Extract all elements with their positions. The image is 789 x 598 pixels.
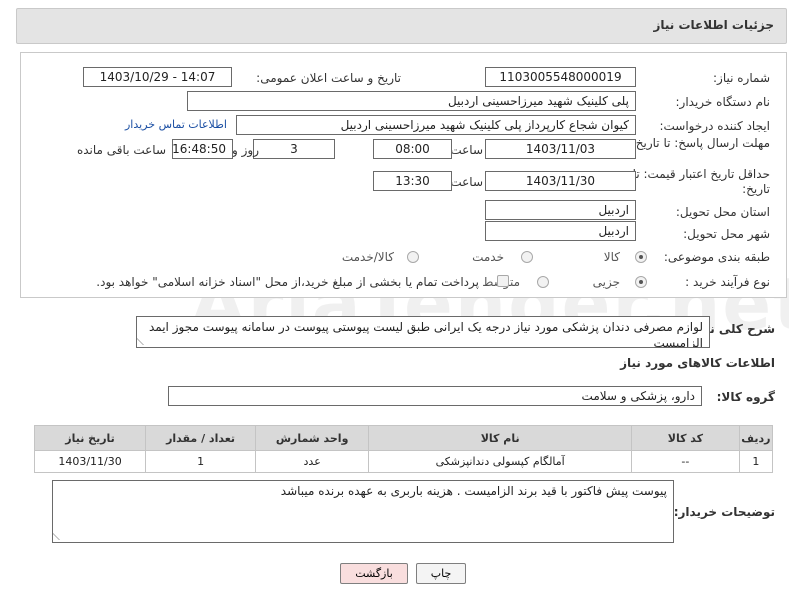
buyer-org-label: نام دستگاه خریدار: — [675, 95, 771, 109]
print-button[interactable]: چاپ — [416, 563, 466, 584]
city-label: شهر محل تحویل: — [683, 227, 770, 241]
need-number-label: شماره نیاز: — [713, 71, 770, 85]
col-unit: واحد شمارش — [255, 425, 370, 451]
reply-time-field[interactable]: 08:00 — [373, 139, 452, 159]
cell-qty: 1 — [145, 450, 257, 473]
page-header: جزئیات اطلاعات نیاز — [16, 8, 787, 44]
reply-time-label: ساعت — [450, 143, 483, 157]
reply-date-field[interactable]: 1403/11/03 — [485, 139, 636, 159]
process-minor-label: جزیی — [592, 275, 620, 289]
resize-grip-icon[interactable] — [53, 532, 67, 540]
table-row[interactable]: 1 -- آمالگام کپسولی دندانپزشکی عدد 1 140… — [33, 450, 774, 473]
category-goods-radio[interactable] — [635, 251, 647, 263]
buyer-org-field[interactable]: پلی کلینیک شهید میرزاحسینی اردبیل — [187, 91, 636, 111]
validity-time-label: ساعت — [450, 175, 483, 189]
col-date: تاریخ نیاز — [33, 425, 147, 451]
col-name: نام کالا — [368, 425, 633, 451]
goods-section-title: اطلاعات کالاهای مورد نیاز — [620, 356, 775, 370]
category-goods-service-radio[interactable] — [407, 251, 419, 263]
days-and-label: روز و — [232, 143, 259, 157]
cell-name: آمالگام کپسولی دندانپزشکی — [368, 450, 633, 473]
description-text: لوازم مصرفی دندان پزشکی مورد نیاز درجه ی… — [148, 320, 703, 348]
remaining-time-field[interactable]: 16:48:50 — [172, 139, 233, 159]
category-goods-label: کالا — [603, 250, 620, 264]
category-service-radio[interactable] — [521, 251, 533, 263]
process-label: نوع فرآیند خرید : — [685, 275, 770, 289]
category-goods-service-label: کالا/خدمت — [341, 250, 394, 264]
page-title: جزئیات اطلاعات نیاز — [653, 18, 774, 32]
need-number-field[interactable]: 1103005548000019 — [485, 67, 636, 87]
cell-row: 1 — [738, 450, 774, 473]
cell-code: -- — [631, 450, 740, 473]
resize-grip-icon[interactable] — [137, 337, 151, 345]
creator-label: ایجاد کننده درخواست: — [659, 119, 770, 133]
announce-label: تاریخ و ساعت اعلان عمومی: — [256, 71, 401, 85]
process-minor-radio[interactable] — [635, 276, 647, 288]
goods-table: ردیف کد کالا نام کالا واحد شمارش تعداد /… — [33, 425, 774, 473]
remaining-label: ساعت باقی مانده — [76, 143, 166, 157]
validity-date-field[interactable]: 1403/11/30 — [485, 171, 636, 191]
validity-time-field[interactable]: 13:30 — [373, 171, 452, 191]
treasury-payment-note: پرداخت تمام یا بخشی از مبلغ خرید،از محل … — [96, 275, 479, 289]
cell-unit: عدد — [255, 450, 370, 473]
contact-info-link[interactable]: اطلاعات تماس خریدار — [125, 118, 227, 131]
category-service-label: خدمت — [472, 250, 504, 264]
cell-date: 1403/11/30 — [33, 450, 147, 473]
treasury-payment-checkbox[interactable] — [497, 275, 509, 287]
province-field[interactable]: اردبیل — [485, 200, 636, 220]
buyer-notes-label: توضیحات خریدار: — [673, 505, 775, 519]
goods-table-header: ردیف کد کالا نام کالا واحد شمارش تعداد /… — [33, 425, 774, 451]
validity-label: حداقل تاریخ اعتبار قیمت: تا تاریخ: — [632, 167, 770, 196]
goods-group-label: گروه کالا: — [716, 390, 775, 404]
city-field[interactable]: اردبیل — [485, 221, 636, 241]
announce-datetime-value: 1403/10/29 - 14:07 — [99, 70, 216, 84]
back-button[interactable]: بازگشت — [340, 563, 408, 584]
remaining-days-field[interactable]: 3 — [253, 139, 335, 159]
process-medium-radio[interactable] — [537, 276, 549, 288]
col-row: ردیف — [738, 425, 774, 451]
need-details-panel: شماره نیاز: 1103005548000019 تاریخ و ساع… — [20, 52, 787, 298]
creator-field[interactable]: کیوان شجاع کارپرداز پلی کلینیک شهید میرز… — [236, 115, 636, 135]
col-code: کد کالا — [631, 425, 740, 451]
buyer-notes-text: پیوست پیش فاکتور با قید برند الزامیست . … — [280, 484, 667, 498]
goods-group-field[interactable]: دارو، پزشکی و سلامت — [168, 386, 702, 406]
description-textarea[interactable]: لوازم مصرفی دندان پزشکی مورد نیاز درجه ی… — [136, 316, 710, 348]
province-label: استان محل تحویل: — [675, 205, 770, 219]
buyer-notes-textarea[interactable]: پیوست پیش فاکتور با قید برند الزامیست . … — [52, 480, 674, 543]
col-qty: تعداد / مقدار — [145, 425, 257, 451]
announce-datetime-field[interactable]: 1403/10/29 - 14:07 — [83, 67, 232, 87]
reply-deadline-label: مهلت ارسال پاسخ: تا تاریخ: — [631, 136, 770, 150]
category-label: طبقه بندی موضوعی: — [663, 250, 770, 264]
